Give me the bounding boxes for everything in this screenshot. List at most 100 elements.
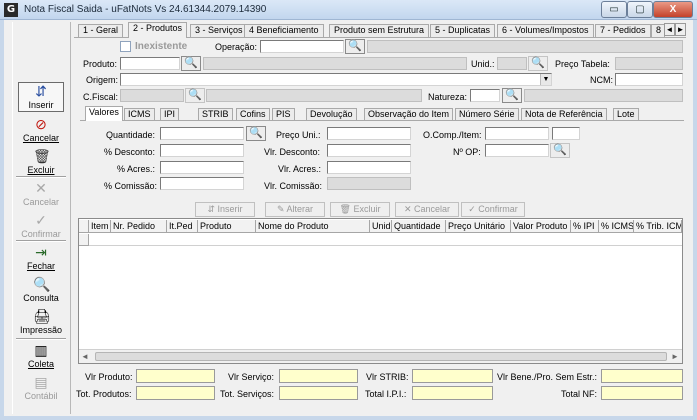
origem-select[interactable] xyxy=(120,73,552,86)
operacao-label: Operação: xyxy=(215,42,258,52)
total-ipi-field xyxy=(412,386,493,400)
column-header[interactable]: Nome do Produto xyxy=(256,220,370,233)
confirmar-toolbar-button[interactable]: ✓ Confirmar xyxy=(18,212,64,239)
minimize-button[interactable]: ▭ xyxy=(601,1,627,18)
ncm-input[interactable] xyxy=(615,73,683,86)
tab-produto-sem-estrutura[interactable]: Produto sem Estrutura xyxy=(329,24,430,37)
cancelar-toolbar-button[interactable]: ✕ Cancelar xyxy=(18,180,64,207)
subtab-cofins[interactable]: Cofins xyxy=(236,108,270,120)
close-button[interactable]: X xyxy=(653,1,693,18)
tab-produtos[interactable]: 2 - Produtos xyxy=(128,22,188,38)
subtab-icms[interactable]: ICMS xyxy=(124,108,155,120)
inserir-toolbar-button[interactable]: ⇵ Inserir xyxy=(18,82,64,112)
natureza-search-icon[interactable]: 🔍 xyxy=(502,88,522,103)
subtab-observacao-item[interactable]: Observação do Item xyxy=(364,108,454,120)
column-header[interactable]: Valor Produto xyxy=(511,220,571,233)
produto-input[interactable] xyxy=(120,57,180,70)
vlr-strib-label: Vlr STRIB: xyxy=(366,372,409,382)
table-row[interactable] xyxy=(89,234,682,246)
tab-duplicatas[interactable]: 5 - Duplicatas xyxy=(430,24,496,37)
column-header[interactable]: It.Ped xyxy=(167,220,198,233)
desconto-input[interactable] xyxy=(160,144,244,157)
acres-input[interactable] xyxy=(160,161,244,174)
scrollbar-thumb[interactable] xyxy=(95,352,667,361)
consulta-label: Consulta xyxy=(23,293,59,303)
tab-volumes-impostos[interactable]: 6 - Volumes/Impostos xyxy=(497,24,594,37)
produto-description xyxy=(203,57,467,70)
ocomp-input[interactable] xyxy=(485,127,549,140)
natureza-description xyxy=(524,89,683,102)
comissao-input[interactable] xyxy=(160,177,244,190)
tab-scroll-left-icon[interactable]: ◄ xyxy=(664,23,675,36)
subtab-lote[interactable]: Lote xyxy=(613,108,639,120)
cancelar-red-toolbar-button[interactable]: ⊘ Cancelar xyxy=(18,116,64,143)
scroll-left-icon[interactable]: ◄ xyxy=(81,352,89,361)
preco-uni-input[interactable] xyxy=(327,127,411,140)
alterar-button[interactable]: ✎ Alterar xyxy=(265,202,325,217)
subtab-devolucao[interactable]: Devolução xyxy=(306,108,357,120)
column-header[interactable]: % Trib. ICM xyxy=(634,220,682,233)
tab-servicos[interactable]: 3 - Serviços xyxy=(190,24,248,37)
operacao-search-icon[interactable]: 🔍 xyxy=(345,39,365,54)
horizontal-scrollbar[interactable]: ◄ ► xyxy=(79,349,682,363)
subtab-nota-referencia[interactable]: Nota de Referência xyxy=(521,108,607,120)
inserir-item-button[interactable]: ⇵ Inserir xyxy=(195,202,255,217)
column-header[interactable]: Produto xyxy=(198,220,256,233)
chevron-down-icon[interactable]: ▼ xyxy=(540,74,551,85)
cancelar-item-button[interactable]: ✕ Cancelar xyxy=(395,202,459,217)
no-op-search-icon[interactable]: 🔍 xyxy=(550,143,570,158)
inexistente-checkbox[interactable] xyxy=(120,41,131,52)
column-header[interactable]: Quantidade xyxy=(392,220,446,233)
excluir-item-label: Excluir xyxy=(353,204,381,214)
quantidade-input[interactable] xyxy=(160,127,244,140)
subtab-strib[interactable]: STRIB xyxy=(198,108,233,120)
unid-search-icon[interactable]: 🔍 xyxy=(528,56,548,71)
contabil-toolbar-button[interactable]: ▤ Contábil xyxy=(18,374,64,401)
no-op-input[interactable] xyxy=(485,144,549,157)
scroll-right-icon[interactable]: ► xyxy=(671,352,679,361)
door-exit-icon: ⇥ xyxy=(35,244,47,260)
fechar-toolbar-button[interactable]: ⇥ Fechar xyxy=(18,244,64,271)
tab-8[interactable]: 8 xyxy=(651,24,665,37)
vlr-produto-label: Vlr Produto: xyxy=(85,372,133,382)
items-grid[interactable]: Item Nr. Pedido It.Ped Produto Nome do P… xyxy=(78,218,683,364)
row-indicator xyxy=(79,234,89,246)
tab-beneficiamento[interactable]: 4 Beneficiamento xyxy=(244,24,324,37)
produto-search-icon[interactable]: 🔍 xyxy=(181,56,201,71)
excluir-toolbar-button[interactable]: 🗑 Excluir xyxy=(18,148,64,175)
column-header[interactable]: Unid xyxy=(370,220,392,233)
vlr-comissao-input xyxy=(327,177,411,190)
column-header[interactable]: % ICMS xyxy=(599,220,634,233)
item-input[interactable] xyxy=(552,127,580,140)
comissao-label: % Comissão: xyxy=(104,181,158,191)
impressao-toolbar-button[interactable]: 🖨 Impressão xyxy=(18,308,64,335)
column-header[interactable]: Nr. Pedido xyxy=(111,220,167,233)
operacao-input[interactable] xyxy=(260,40,344,53)
vlr-acres-label: Vlr. Acres.: xyxy=(278,164,322,174)
subtab-valores[interactable]: Valores xyxy=(85,106,123,121)
column-header[interactable]: % IPI xyxy=(571,220,599,233)
quantidade-search-icon[interactable]: 🔍 xyxy=(246,126,266,141)
column-header[interactable]: Preço Unitário xyxy=(446,220,511,233)
toolbar-separator xyxy=(16,176,66,178)
excluir-item-button[interactable]: 🗑 Excluir xyxy=(330,202,390,217)
tab-pedidos[interactable]: 7 - Pedidos xyxy=(595,24,651,37)
coleta-toolbar-button[interactable]: ▥ Coleta xyxy=(18,342,64,369)
natureza-input[interactable] xyxy=(470,89,500,102)
maximize-button[interactable]: ▢ xyxy=(627,1,653,18)
confirmar-item-button[interactable]: ✓ Confirmar xyxy=(461,202,525,217)
confirmar-label: Confirmar xyxy=(21,229,61,239)
subtab-ipi[interactable]: IPI xyxy=(160,108,180,120)
title-bar: G Nota Fiscal Saida - uFatNots Vs 24.613… xyxy=(0,0,697,20)
subtab-numero-serie[interactable]: Número Série xyxy=(455,108,519,120)
insert-icon: ⇵ xyxy=(35,83,47,99)
vlr-desconto-input[interactable] xyxy=(327,144,411,157)
toolbar-separator-3 xyxy=(16,338,66,340)
column-header[interactable]: Item xyxy=(89,220,111,233)
vlr-acres-input[interactable] xyxy=(327,161,411,174)
tab-geral[interactable]: 1 - Geral xyxy=(78,24,124,37)
subtab-pis[interactable]: PIS xyxy=(272,108,295,120)
tab-scroll-right-icon[interactable]: ► xyxy=(675,23,686,36)
consulta-toolbar-button[interactable]: 🔍 Consulta xyxy=(18,276,64,303)
cfiscal-search-icon[interactable]: 🔍 xyxy=(185,88,205,103)
